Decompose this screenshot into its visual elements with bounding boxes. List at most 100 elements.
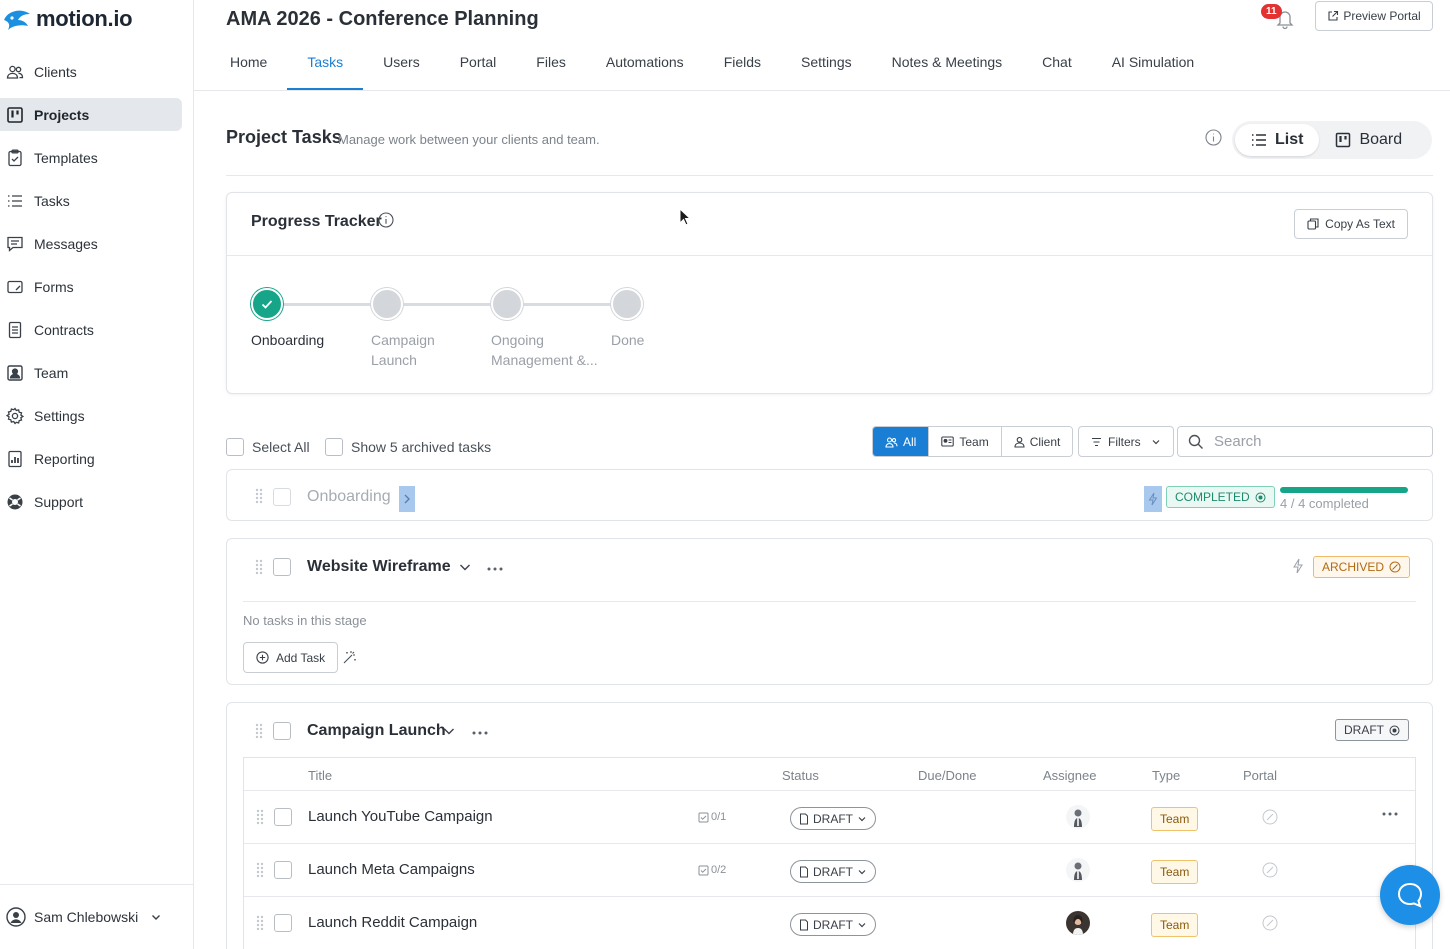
sidebar-item-projects[interactable]: Projects [0,98,182,131]
step-ongoing-management[interactable]: Ongoing Management &... [491,288,611,370]
drag-handle-icon[interactable] [256,862,264,878]
document-icon [800,813,808,824]
task-status-select[interactable]: DRAFT [790,860,876,883]
assignee-avatar[interactable] [1066,858,1090,882]
chevron-down-icon [858,816,866,821]
tab-settings[interactable]: Settings [781,40,872,90]
sidebar-item-label: Templates [34,149,98,166]
task-status-select[interactable]: DRAFT [790,807,876,830]
task-checkbox[interactable] [274,808,292,826]
chevron-down-icon[interactable] [458,560,472,574]
info-icon[interactable] [378,212,394,228]
column-status[interactable]: Status [782,768,819,783]
drag-handle-icon[interactable] [255,559,263,575]
tab-portal[interactable]: Portal [440,40,517,90]
stage-divider [243,601,1416,602]
tab-notes-meetings[interactable]: Notes & Meetings [872,40,1023,90]
drag-handle-icon[interactable] [256,809,264,825]
column-title[interactable]: Title [308,768,332,783]
filters-button[interactable]: Filters [1078,426,1174,457]
reporting-icon [8,450,22,467]
document-icon [800,866,808,877]
sidebar-item-clients[interactable]: Clients [0,55,182,88]
sidebar-item-forms[interactable]: Forms [0,270,182,303]
add-task-button[interactable]: Add Task [243,642,339,673]
expand-chevron-button[interactable] [399,486,415,512]
filter-client-button[interactable]: Client [1001,427,1073,456]
sidebar-item-settings[interactable]: Settings [0,399,182,432]
task-title[interactable]: Launch Reddit Campaign [308,914,477,931]
user-avatar-icon [6,907,26,927]
support-chat-button[interactable] [1380,865,1440,925]
info-icon[interactable] [1205,129,1222,146]
task-checkbox[interactable] [274,861,292,879]
sidebar-item-messages[interactable]: Messages [0,227,182,260]
step-onboarding[interactable]: Onboarding [251,288,371,350]
more-horizontal-icon[interactable] [472,730,488,736]
view-toggle: List Board [1232,121,1432,159]
tab-automations[interactable]: Automations [586,40,704,90]
assignee-avatar[interactable] [1066,911,1090,935]
filter-team-button[interactable]: Team [929,427,1002,456]
sidebar-item-team[interactable]: Team [0,356,182,389]
show-archived-checkbox[interactable]: Show 5 archived tasks [325,438,491,456]
user-menu[interactable]: Sam Chlebowski [0,884,194,949]
sidebar-item-templates[interactable]: Templates [0,141,182,174]
column-type[interactable]: Type [1152,768,1180,783]
logo[interactable]: motion.io [2,6,133,32]
tab-files[interactable]: Files [516,40,586,90]
tab-home[interactable]: Home [210,40,287,90]
tab-ai-simulation[interactable]: AI Simulation [1092,40,1214,90]
chevron-down-icon[interactable] [442,724,456,738]
board-view-button[interactable]: Board [1319,124,1418,156]
tab-chat[interactable]: Chat [1022,40,1092,90]
select-all-checkbox[interactable]: Select All [226,438,310,456]
sidebar-item-contracts[interactable]: Contracts [0,313,182,346]
tab-users[interactable]: Users [363,40,440,90]
table-row[interactable]: Launch YouTube Campaign 0/1 DRAFT Team [244,791,1415,844]
more-horizontal-icon[interactable] [1382,811,1398,817]
column-due-done[interactable]: Due/Done [918,768,977,783]
task-title[interactable]: Launch Meta Campaigns [308,861,475,878]
table-row[interactable]: Launch Reddit Campaign DRAFT Team [244,897,1415,949]
stage-checkbox[interactable] [273,722,291,740]
status-label: COMPLETED [1175,490,1250,504]
table-row[interactable]: Launch Meta Campaigns 0/2 DRAFT Team [244,844,1415,897]
list-view-button[interactable]: List [1235,124,1320,156]
person-photo-icon [1066,805,1090,829]
portal-hidden-icon[interactable] [1262,915,1278,931]
sidebar-item-reporting[interactable]: Reporting [0,442,182,475]
lightning-icon[interactable] [1292,558,1304,574]
drag-handle-icon[interactable] [255,488,263,504]
portal-hidden-icon[interactable] [1262,809,1278,825]
magic-wand-icon[interactable] [342,649,358,665]
step-label: Done [611,332,645,348]
assignee-avatar[interactable] [1066,805,1090,829]
stage-checkbox[interactable] [273,488,291,506]
automation-button[interactable] [1144,486,1162,512]
drag-handle-icon[interactable] [255,723,263,739]
task-status-select[interactable]: DRAFT [790,913,876,936]
portal-hidden-icon[interactable] [1262,862,1278,878]
tab-fields[interactable]: Fields [704,40,781,90]
step-done[interactable]: Done [611,288,731,350]
sidebar-item-tasks[interactable]: Tasks [0,184,182,217]
checkbox[interactable] [325,438,343,456]
column-assignee[interactable]: Assignee [1043,768,1096,783]
preview-portal-button[interactable]: Preview Portal [1315,1,1433,31]
drag-handle-icon[interactable] [256,915,264,931]
sidebar-item-support[interactable]: Support [0,485,182,518]
task-type-badge: Team [1151,807,1199,831]
step-campaign-launch[interactable]: Campaign Launch [371,288,491,370]
checkbox[interactable] [226,438,244,456]
filter-all-button[interactable]: All [873,427,930,456]
more-horizontal-icon[interactable] [487,566,503,572]
tab-tasks[interactable]: Tasks [287,40,364,90]
task-checkbox[interactable] [274,914,292,932]
column-portal[interactable]: Portal [1243,768,1277,783]
stage-checkbox[interactable] [273,558,291,576]
copy-as-text-button[interactable]: Copy As Text [1294,209,1408,239]
search-input[interactable] [1214,433,1414,450]
task-title[interactable]: Launch YouTube Campaign [308,808,493,825]
notifications-button[interactable]: 11 [1261,4,1298,30]
